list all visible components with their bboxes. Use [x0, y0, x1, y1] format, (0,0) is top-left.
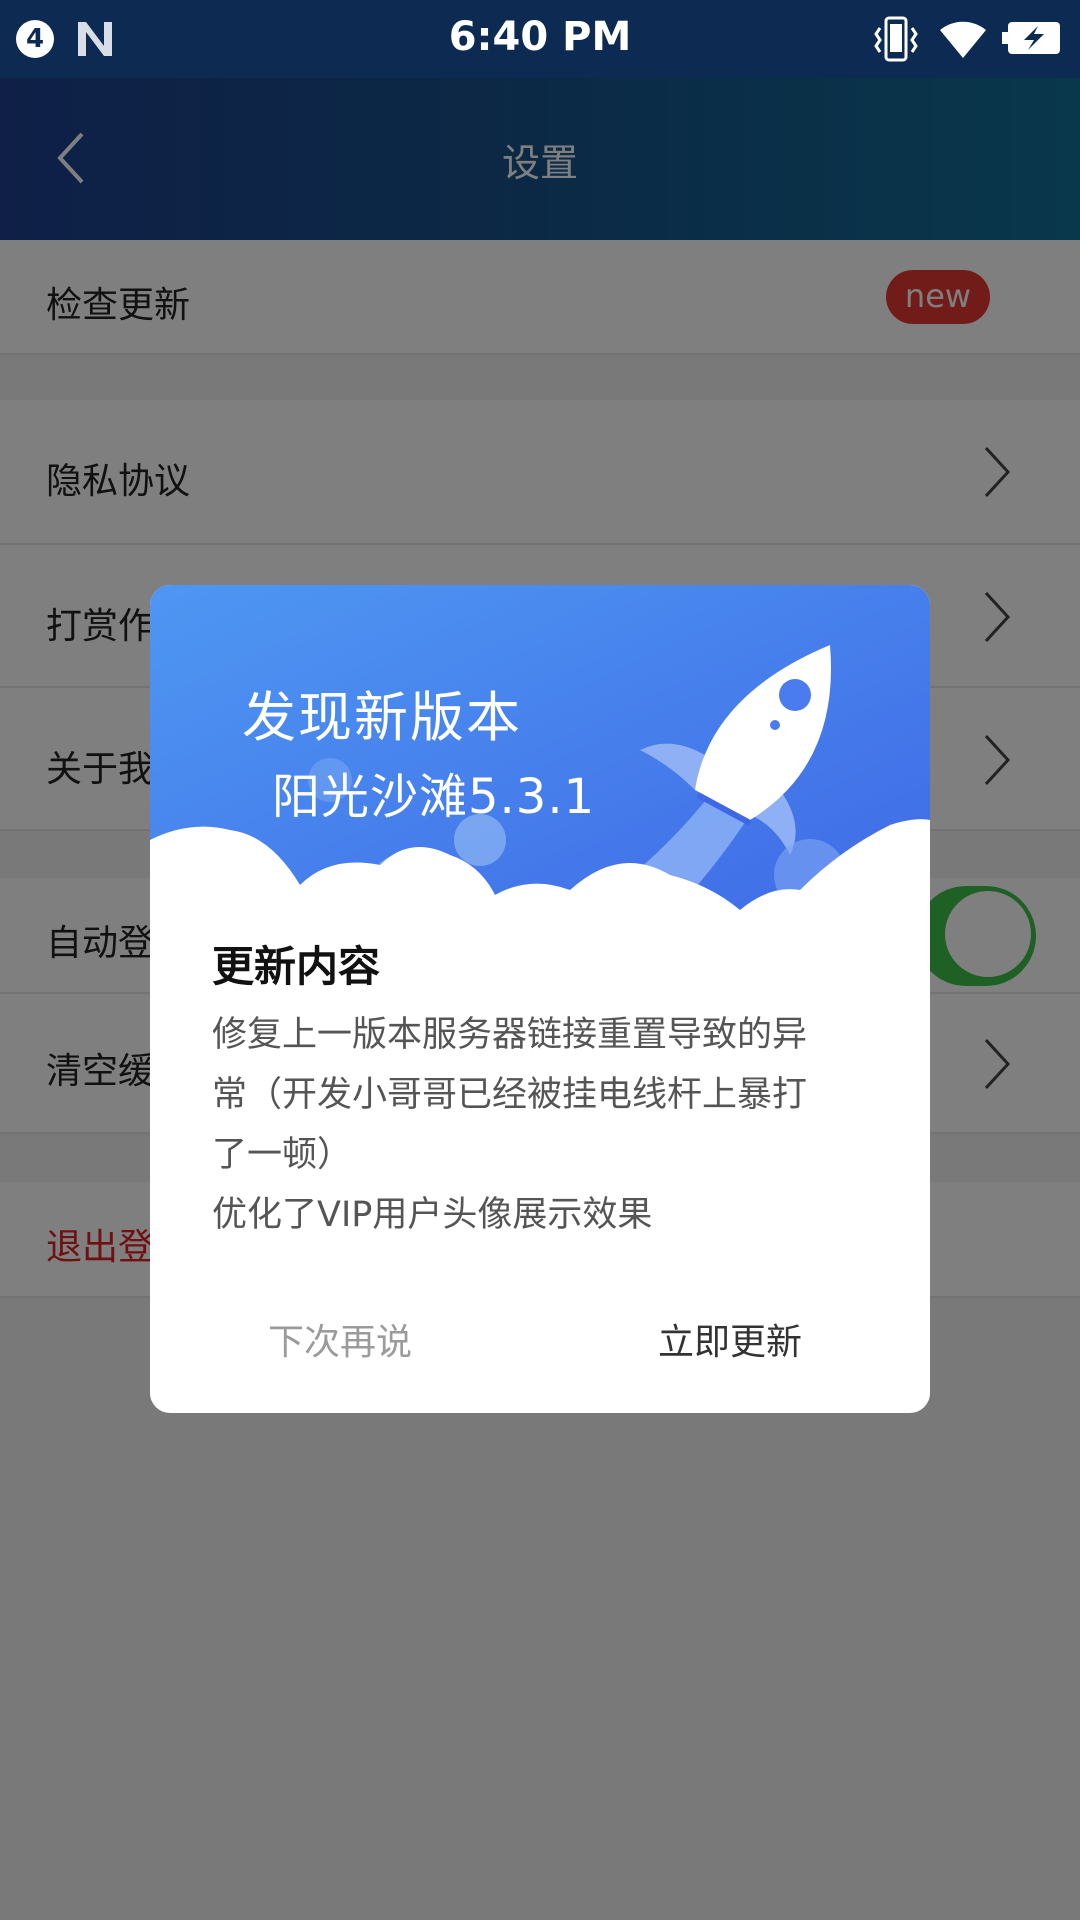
content-line: 了一顿） — [212, 1135, 353, 1175]
dialog-hero-title: 发现新版本 — [242, 686, 522, 749]
vibrate-icon — [874, 16, 918, 62]
status-bar: 4 6:40 PM — [0, 0, 1080, 78]
content-line: 修复上一版本服务器链接重置导致的异 — [212, 1015, 808, 1055]
content-line: 优化了VIP用户头像展示效果 — [212, 1195, 653, 1235]
battery-charging-icon — [1002, 22, 1060, 54]
update-now-button[interactable]: 立即更新 — [600, 1313, 860, 1373]
update-dialog: 发现新版本 阳光沙滩5.3.1 更新内容 修复上一版本服务器链接重置导致的异 常… — [150, 585, 930, 1413]
dialog-content-title: 更新内容 — [212, 942, 381, 991]
content-line: 常（开发小哥哥已经被挂电线杆上暴打 — [212, 1075, 808, 1115]
dialog-content-body: 修复上一版本服务器链接重置导致的异 常（开发小哥哥已经被挂电线杆上暴打 了一顿）… — [212, 1005, 876, 1245]
later-button[interactable]: 下次再说 — [210, 1313, 470, 1373]
dialog-hero-version: 阳光沙滩5.3.1 — [272, 769, 596, 825]
wifi-icon — [940, 21, 986, 58]
